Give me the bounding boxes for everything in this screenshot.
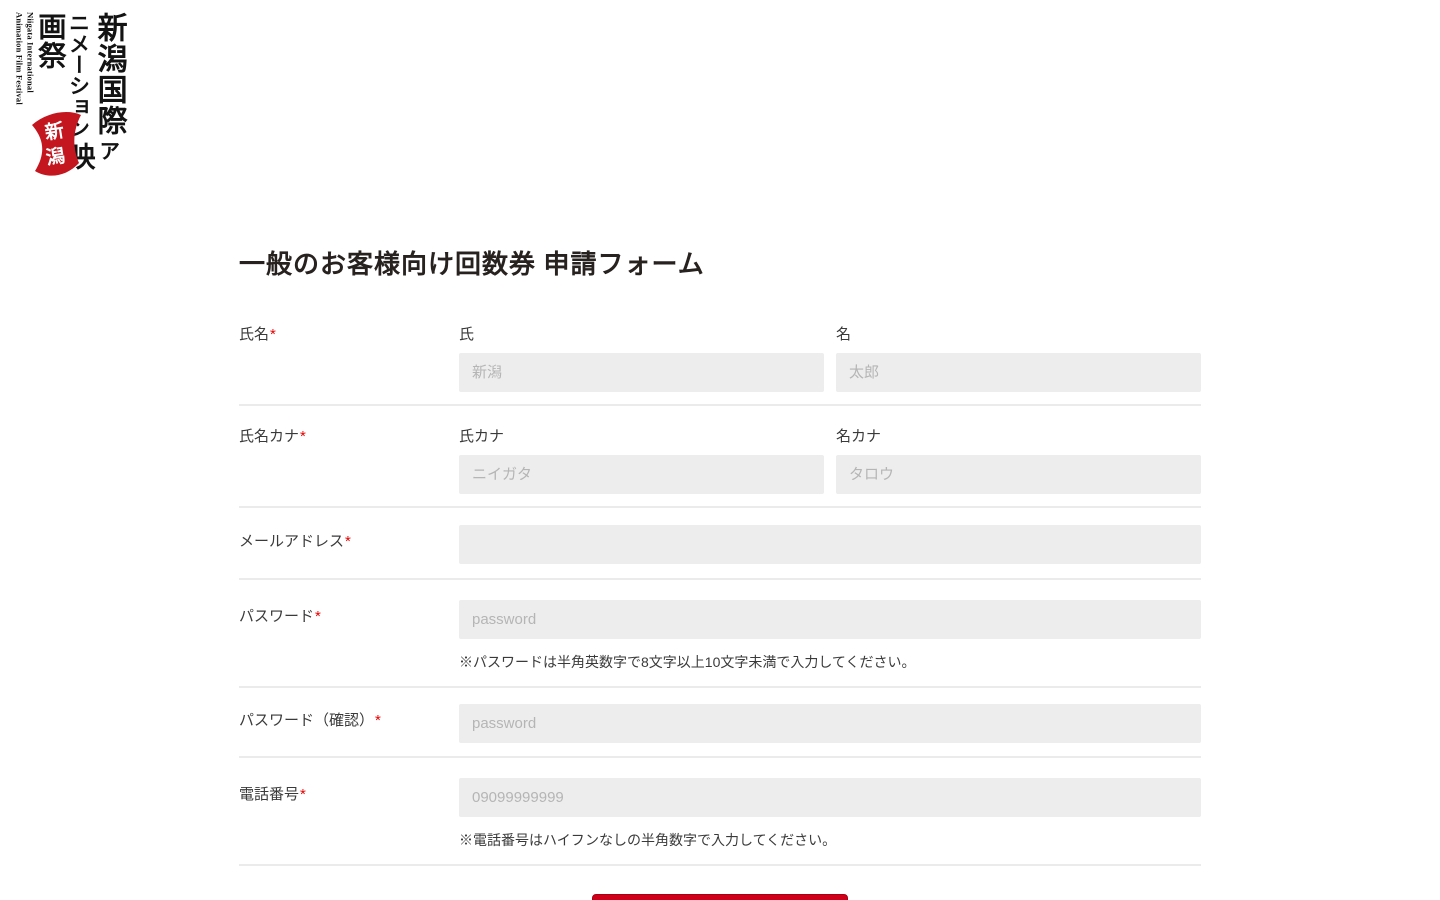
logo-text-jp-1: 新潟国際 <box>93 12 126 136</box>
form-row-password: パスワード* ※パスワードは半角英数字で8文字以上10文字未満で入力してください… <box>239 580 1201 688</box>
field-label-password-confirm: パスワード（確認）* <box>239 704 459 743</box>
field-label-email: メールアドレス* <box>239 525 459 564</box>
last-name-input[interactable] <box>459 353 824 392</box>
festival-logo: 新潟国際 アニメーション 映画祭 Niigata International A… <box>14 12 164 192</box>
red-seal-icon: 新 潟 <box>22 108 88 182</box>
required-asterisk: * <box>375 712 381 729</box>
sublabel-last-name-kana: 氏カナ <box>459 426 824 448</box>
sublabel-last-name: 氏 <box>459 324 824 346</box>
svg-text:潟: 潟 <box>44 144 66 170</box>
field-label-name: 氏名* <box>239 324 459 392</box>
form-row-name: 氏名* 氏 名 <box>239 304 1201 406</box>
phone-note: ※電話番号はハイフンなしの半角数字で入力してください。 <box>459 831 1201 850</box>
form-row-name-kana: 氏名カナ* 氏カナ 名カナ <box>239 406 1201 508</box>
password-note: ※パスワードは半角英数字で8文字以上10文字未満で入力してください。 <box>459 653 1201 672</box>
first-name-input[interactable] <box>836 353 1201 392</box>
required-asterisk: * <box>300 428 306 445</box>
password-confirm-input[interactable] <box>459 704 1201 743</box>
field-label-phone: 電話番号* <box>239 778 459 850</box>
field-label-password: パスワード* <box>239 600 459 672</box>
submit-button[interactable] <box>592 894 848 900</box>
form-container: 一般のお客様向け回数券 申請フォーム 氏名* 氏 名 <box>239 0 1201 900</box>
last-name-kana-input[interactable] <box>459 455 824 494</box>
page-title: 一般のお客様向け回数券 申請フォーム <box>239 246 1201 284</box>
required-asterisk: * <box>270 326 276 343</box>
form-row-password-confirm: パスワード（確認）* <box>239 688 1201 758</box>
password-input[interactable] <box>459 600 1201 639</box>
field-label-name-kana: 氏名カナ* <box>239 426 459 494</box>
required-asterisk: * <box>315 608 321 625</box>
form-row-phone: 電話番号* ※電話番号はハイフンなしの半角数字で入力してください。 <box>239 758 1201 866</box>
sublabel-first-name: 名 <box>836 324 1201 346</box>
email-input[interactable] <box>459 525 1201 564</box>
svg-text:新: 新 <box>42 120 65 145</box>
required-asterisk: * <box>300 786 306 803</box>
phone-input[interactable] <box>459 778 1201 817</box>
sublabel-first-name-kana: 名カナ <box>836 426 1201 448</box>
first-name-kana-input[interactable] <box>836 455 1201 494</box>
coupon-application-form: 氏名* 氏 名 氏名カナ* <box>239 304 1201 900</box>
required-asterisk: * <box>345 533 351 550</box>
form-row-email: メールアドレス* <box>239 508 1201 580</box>
